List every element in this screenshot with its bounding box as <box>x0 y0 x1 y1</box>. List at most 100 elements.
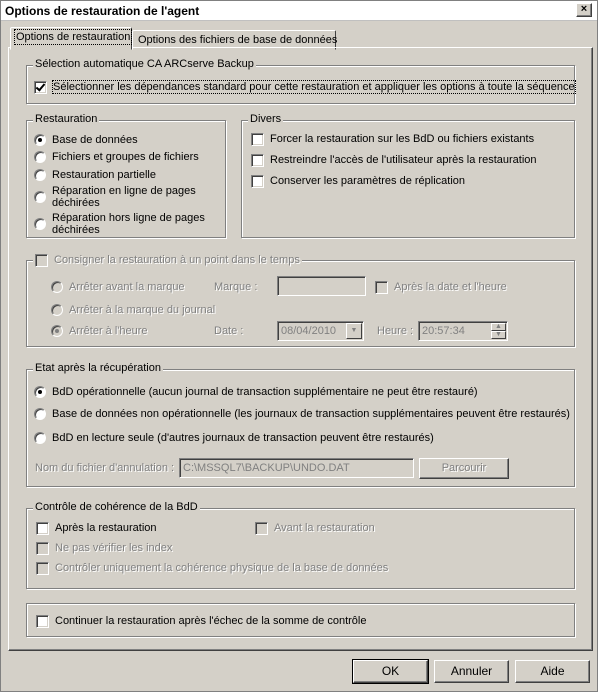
mark-label: Marque : <box>214 281 258 293</box>
radio-base-de-donnees[interactable]: Base de données <box>34 134 138 146</box>
undo-file-input[interactable]: C:\MSSQL7\BACKUP\UNDO.DAT <box>179 458 414 478</box>
time-value: 20:57:34 <box>422 325 465 337</box>
radio-button[interactable] <box>51 281 63 293</box>
checkbox[interactable] <box>36 615 49 628</box>
option-label: Après la restauration <box>55 522 157 534</box>
checkbox[interactable] <box>251 154 264 167</box>
option-label: Réparation hors ligne de pages déchirées <box>52 212 205 236</box>
cancel-button[interactable]: Annuler <box>434 660 509 683</box>
help-button[interactable]: Aide <box>515 660 590 683</box>
option-label: Fichiers et groupes de fichiers <box>52 151 199 163</box>
stop-before-mark-option[interactable]: Arrêter avant la marque <box>51 281 185 293</box>
radio-reparation-hors-ligne[interactable]: Réparation hors ligne de pages déchirées <box>34 212 217 236</box>
stop-at-mark-option[interactable]: Arrêter à la marque du journal <box>51 304 215 316</box>
divers-group: Divers Forcer la restauration sur les Bd… <box>241 113 575 238</box>
stop-at-time-option[interactable]: Arrêter à l'heure <box>51 325 148 337</box>
option-label: Forcer la restauration sur les BdD ou fi… <box>270 133 535 145</box>
radio-button[interactable] <box>34 134 46 146</box>
option-label: Base de données non opérationnelle (les … <box>52 408 570 420</box>
checkbox[interactable] <box>36 542 49 555</box>
radio-button[interactable] <box>34 218 46 230</box>
radio-button[interactable] <box>34 169 46 181</box>
title-bar: Options de restauration de l'agent × <box>1 1 597 21</box>
physical-only-option[interactable]: Contrôler uniquement la cohérence physiq… <box>36 562 388 575</box>
option-label: Après la date et l'heure <box>394 281 507 293</box>
select-dependencies-checkbox[interactable] <box>34 81 47 94</box>
checksum-group: Continuer la restauration après l'échec … <box>26 603 575 637</box>
radio-bdd-lecture-seule[interactable]: BdD en lecture seule (d'autres journaux … <box>34 432 434 444</box>
browse-button[interactable]: Parcourir <box>419 458 509 479</box>
no-index-check-option[interactable]: Ne pas vérifier les index <box>36 542 172 555</box>
checkbox[interactable] <box>35 254 48 267</box>
recovery-state-group: Etat après la récupération BdD opération… <box>26 362 575 487</box>
tab-label: Options de restauration <box>13 29 133 45</box>
checkbox[interactable] <box>251 133 264 146</box>
spin-up-icon[interactable]: ▲ <box>491 323 506 331</box>
checkbox[interactable] <box>36 562 49 575</box>
chevron-down-icon[interactable]: ▼ <box>346 323 362 339</box>
option-label: Restreindre l'accès de l'utilisateur apr… <box>270 154 537 166</box>
radio-button[interactable] <box>51 325 63 337</box>
after-date-time-option[interactable]: Après la date et l'heure <box>375 281 507 294</box>
radio-button[interactable] <box>34 191 46 203</box>
radio-fichiers-groupes[interactable]: Fichiers et groupes de fichiers <box>34 151 199 163</box>
option-label: Avant la restauration <box>274 522 375 534</box>
radio-restauration-partielle[interactable]: Restauration partielle <box>34 169 156 181</box>
option-label: Sélectionner les dépendances standard po… <box>52 80 576 94</box>
point-in-time-group: Consigner la restauration à un point dan… <box>26 254 575 347</box>
checkbox[interactable] <box>251 175 264 188</box>
force-restore-option[interactable]: Forcer la restauration sur les BdD ou fi… <box>251 133 534 146</box>
keep-replication-option[interactable]: Conserver les paramètres de réplication <box>251 175 465 188</box>
tab-options-restauration[interactable]: Options de restauration <box>10 27 133 50</box>
option-label: Continuer la restauration après l'échec … <box>55 615 367 627</box>
radio-button[interactable] <box>34 386 46 398</box>
radio-reparation-en-ligne[interactable]: Réparation en ligne de pages déchirées <box>34 185 217 209</box>
continue-after-checksum-option[interactable]: Continuer la restauration après l'échec … <box>36 615 367 628</box>
option-label: Arrêter avant la marque <box>69 281 185 293</box>
spin-down-icon[interactable]: ▼ <box>491 331 506 339</box>
radio-button[interactable] <box>34 408 46 420</box>
tab-label: Options des fichiers de base de données <box>138 34 338 46</box>
option-label: Contrôler uniquement la cohérence physiq… <box>55 562 389 574</box>
undo-file-label: Nom du fichier d'annulation : <box>35 462 175 474</box>
ok-button[interactable]: OK <box>352 659 429 684</box>
radio-button[interactable] <box>34 151 46 163</box>
close-icon[interactable]: × <box>576 3 592 17</box>
consistency-group: Contrôle de cohérence de la BdD Après la… <box>26 501 575 589</box>
option-label: Arrêter à l'heure <box>69 325 148 337</box>
group-title: Sélection automatique CA ARCserve Backup <box>33 58 256 70</box>
auto-selection-group: Sélection automatique CA ARCserve Backup… <box>26 58 576 104</box>
checkbox[interactable] <box>375 281 388 294</box>
group-title: Contrôle de cohérence de la BdD <box>33 501 200 513</box>
radio-button[interactable] <box>51 304 63 316</box>
checkbox[interactable] <box>36 522 49 535</box>
option-label: BdD en lecture seule (d'autres journaux … <box>52 432 434 444</box>
select-dependencies-option[interactable]: Sélectionner les dépendances standard po… <box>34 80 576 94</box>
option-label: Conserver les paramètres de réplication <box>270 175 466 187</box>
option-label: Ne pas vérifier les index <box>55 542 173 554</box>
group-title: Divers <box>248 113 284 125</box>
group-title: Etat après la récupération <box>33 362 163 374</box>
restrict-access-option[interactable]: Restreindre l'accès de l'utilisateur apr… <box>251 154 537 167</box>
option-label: Arrêter à la marque du journal <box>69 304 216 316</box>
check-after-restore-option[interactable]: Après la restauration <box>36 522 157 535</box>
mark-input[interactable] <box>277 276 366 296</box>
checkbox[interactable] <box>255 522 268 535</box>
group-title: Consigner la restauration à un point dan… <box>54 254 300 266</box>
window-title: Options de restauration de l'agent <box>5 4 200 18</box>
point-in-time-toggle[interactable]: Consigner la restauration à un point dan… <box>33 254 302 267</box>
date-value: 08/04/2010 <box>281 325 337 337</box>
option-label: Base de données <box>52 134 138 146</box>
check-before-restore-option[interactable]: Avant la restauration <box>255 522 375 535</box>
option-label: Réparation en ligne de pages déchirées <box>52 185 196 209</box>
radio-bdd-non-operationnelle[interactable]: Base de données non opérationnelle (les … <box>34 408 570 420</box>
option-label: Restauration partielle <box>52 169 156 181</box>
group-title: Restauration <box>33 113 100 125</box>
date-label: Date : <box>214 325 244 337</box>
option-label: BdD opérationnelle (aucun journal de tra… <box>52 386 478 398</box>
radio-button[interactable] <box>34 432 46 444</box>
dialog-window: Options de restauration de l'agent × Opt… <box>0 0 598 692</box>
restauration-group: Restauration Base de données Fichiers et… <box>26 113 226 238</box>
time-label: Heure : <box>377 325 414 337</box>
radio-bdd-operationnelle[interactable]: BdD opérationnelle (aucun journal de tra… <box>34 386 478 398</box>
